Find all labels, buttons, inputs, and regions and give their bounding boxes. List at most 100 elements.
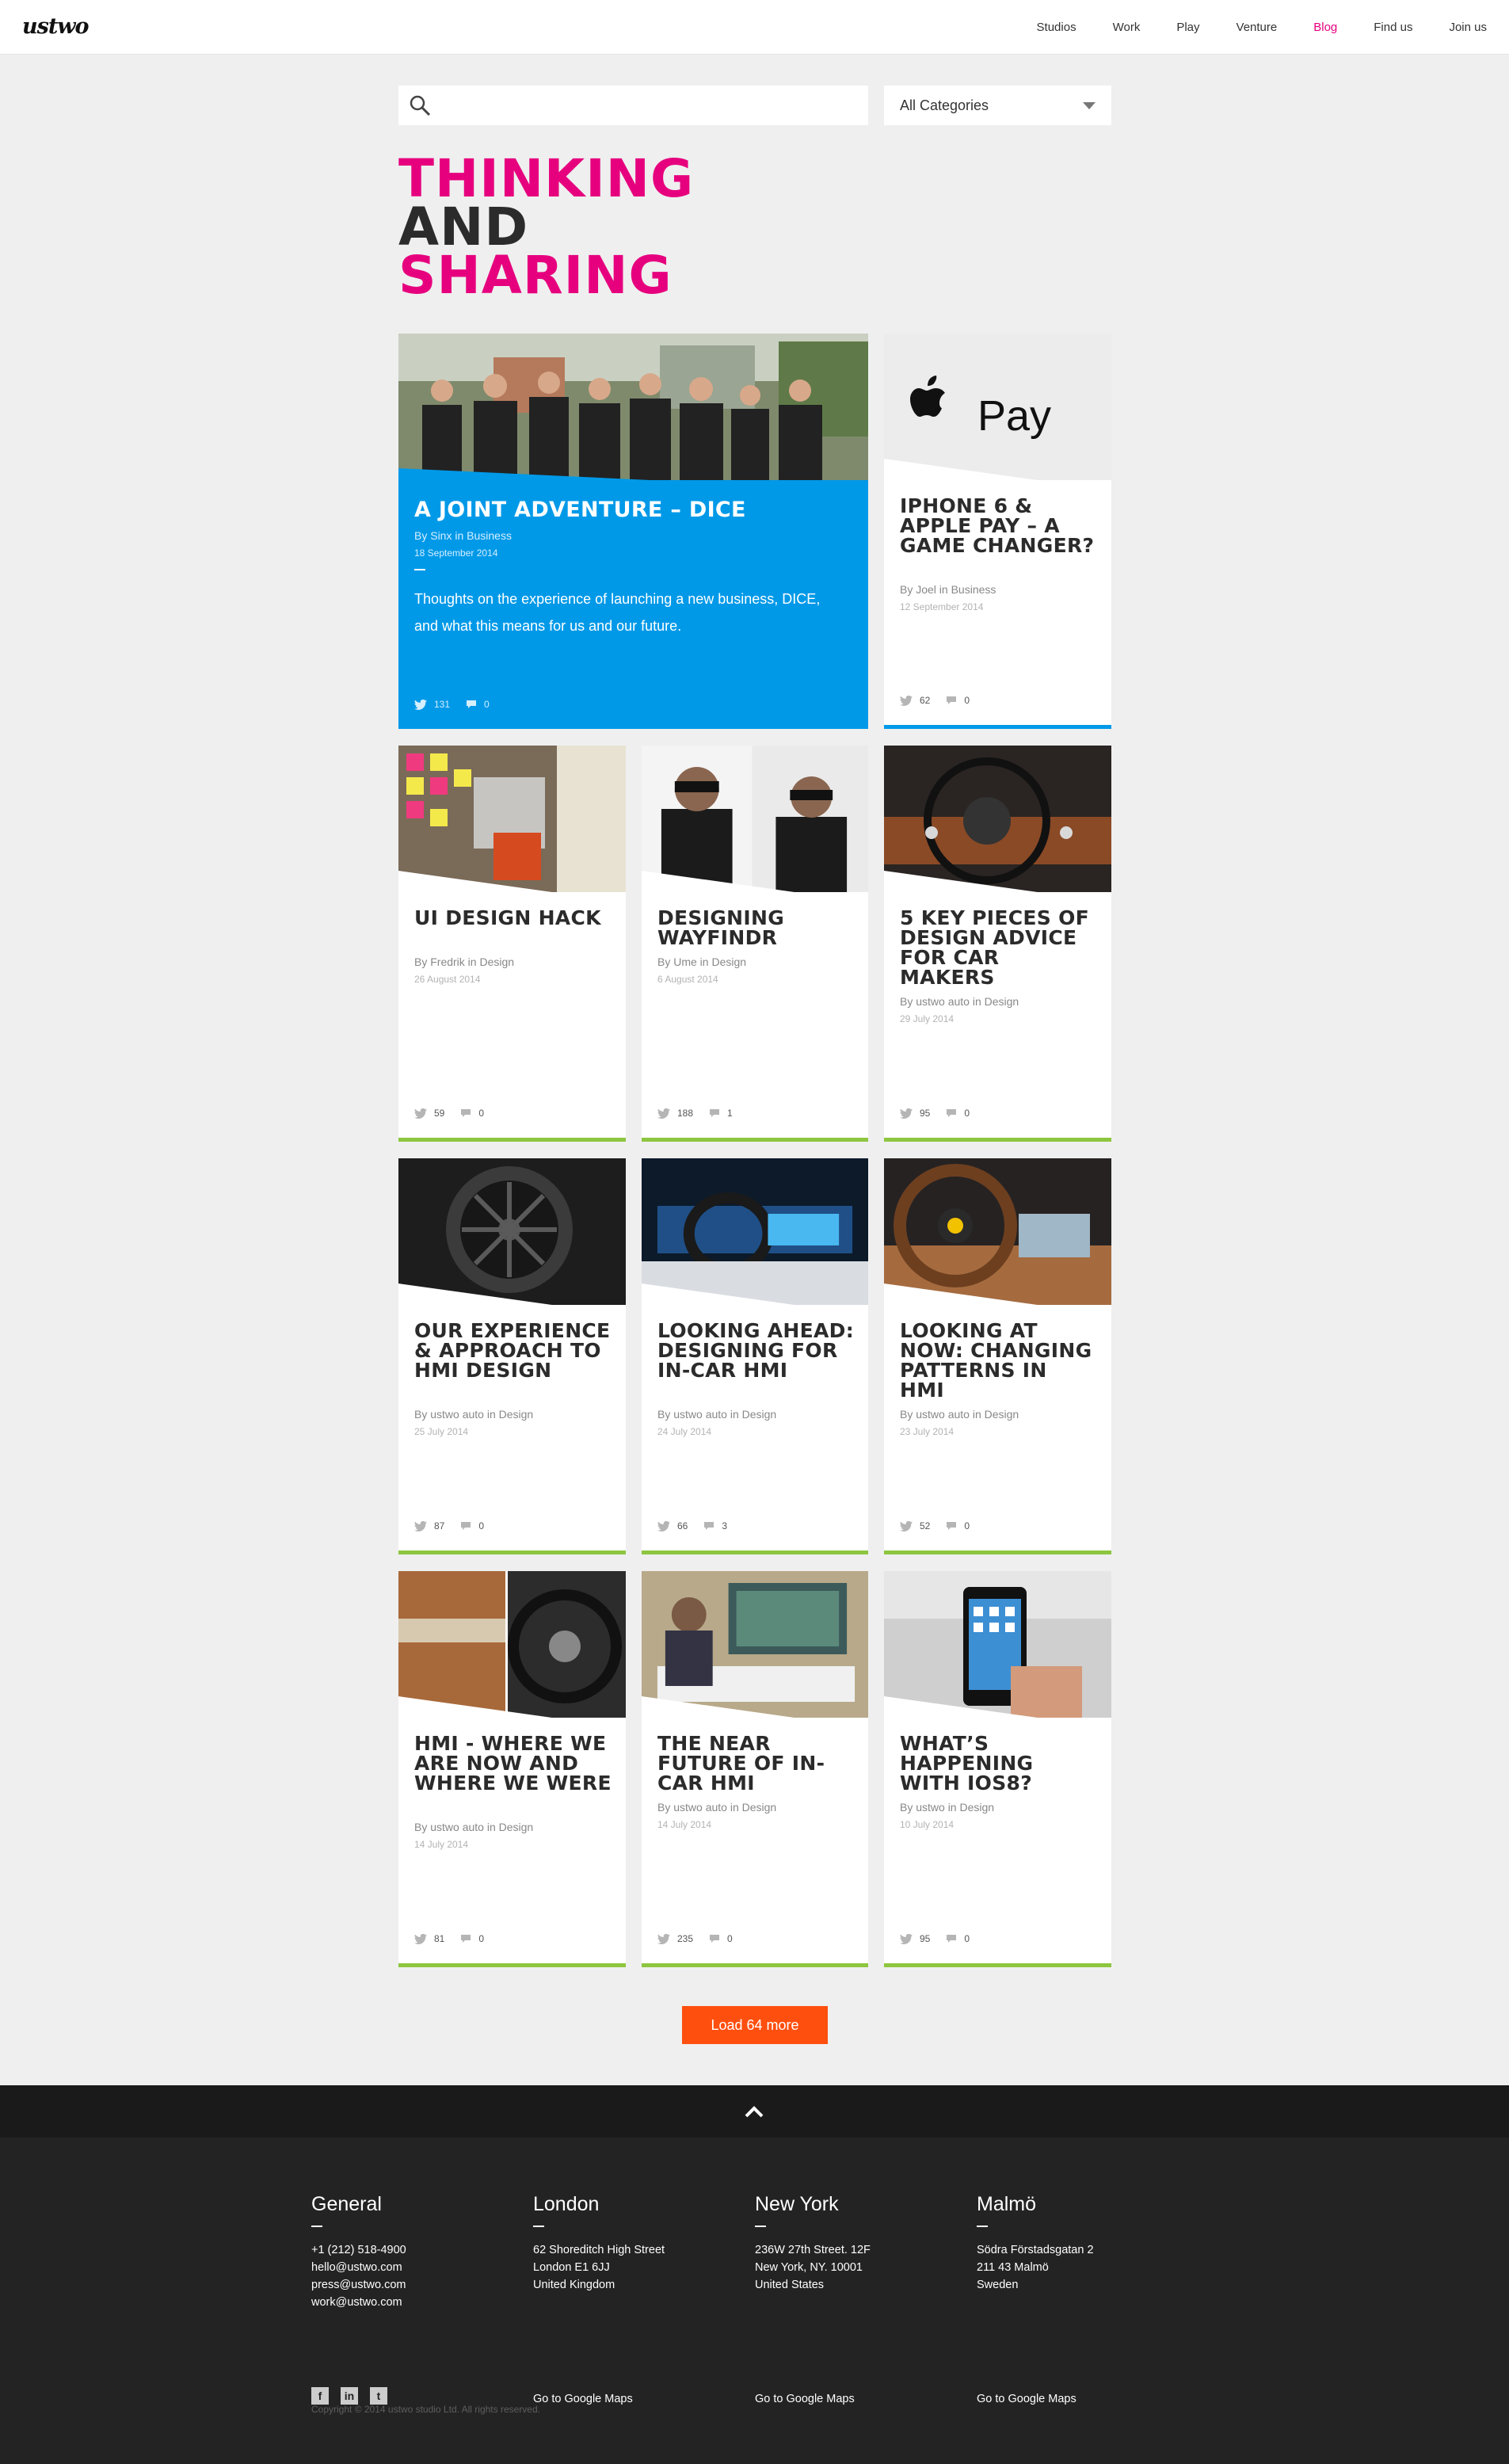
post-byline[interactable]: By Sinx in Business xyxy=(414,529,854,542)
nav-blog[interactable]: Blog xyxy=(1313,21,1337,34)
post-title[interactable]: IPHONE 6 & APPLE PAY – A GAME CHANGER? xyxy=(900,496,1097,555)
post-title[interactable]: HMI - WHERE WE ARE NOW AND WHERE WE WERE xyxy=(414,1734,612,1793)
footer-email-hello[interactable]: hello@ustwo.com xyxy=(311,2259,517,2276)
post-title[interactable]: LOOKING AT NOW: CHANGING PATTERNS IN HMI xyxy=(900,1321,1097,1400)
tweet-count: 52 xyxy=(920,1520,931,1531)
post-title[interactable]: UI DESIGN HACK xyxy=(414,908,612,928)
linkedin-icon[interactable]: in xyxy=(341,2387,358,2405)
twitter-icon xyxy=(657,1108,670,1119)
footer-malmo: Malmö Södra Förstadsgatan 2 211 43 Malmö… xyxy=(977,2193,1183,2405)
post-card[interactable]: DESIGNING WAYFINDR By Ume in Design 6 Au… xyxy=(642,746,868,1142)
post-byline[interactable]: By ustwo auto in Design xyxy=(414,1821,612,1833)
post-card[interactable]: THE NEAR FUTURE OF IN-CAR HMI By ustwo a… xyxy=(642,1571,868,1967)
google-maps-link[interactable]: Go to Google Maps xyxy=(755,2393,855,2405)
post-stats: 52 0 xyxy=(900,1520,985,1531)
post-byline[interactable]: By ustwo auto in Design xyxy=(414,1408,612,1421)
twitter-icon xyxy=(900,1933,913,1944)
footer-email-press[interactable]: press@ustwo.com xyxy=(311,2276,517,2294)
post-card[interactable]: LOOKING AT NOW: CHANGING PATTERNS IN HMI… xyxy=(884,1158,1111,1554)
ustwo-logo[interactable]: ustwo xyxy=(22,14,90,39)
page-title-line-3: SHARING xyxy=(398,245,673,306)
google-maps-link[interactable]: Go to Google Maps xyxy=(533,2393,633,2405)
post-stats: 95 0 xyxy=(900,1933,985,1944)
footer-phone[interactable]: +1 (212) 518-4900 xyxy=(311,2241,517,2259)
post-title[interactable]: THE NEAR FUTURE OF IN-CAR HMI xyxy=(657,1734,854,1793)
nav-play[interactable]: Play xyxy=(1176,21,1199,34)
post-card[interactable]: LOOKING AHEAD: DESIGNING FOR IN-CAR HMI … xyxy=(642,1158,868,1554)
post-date: 10 July 2014 xyxy=(900,1819,955,1830)
nav-studios[interactable]: Studios xyxy=(1037,21,1076,34)
comment-count: 0 xyxy=(727,1933,733,1944)
post-stats: 66 3 xyxy=(657,1520,743,1531)
post-title[interactable]: LOOKING AHEAD: DESIGNING FOR IN-CAR HMI xyxy=(657,1321,854,1380)
category-select[interactable]: All Categories xyxy=(884,86,1111,125)
comment-count: 0 xyxy=(964,1520,970,1531)
post-card[interactable]: OUR EXPERIENCE & APPROACH TO HMI DESIGN … xyxy=(398,1158,626,1554)
footer-email-work[interactable]: work@ustwo.com xyxy=(311,2294,517,2311)
google-maps-link[interactable]: Go to Google Maps xyxy=(977,2393,1076,2405)
post-byline[interactable]: By Fredrik in Design xyxy=(414,955,612,968)
post-date: 26 August 2014 xyxy=(414,974,481,985)
divider xyxy=(533,2226,544,2227)
comment-count: 1 xyxy=(727,1108,733,1119)
featured-post-card[interactable]: A JOINT ADVENTURE – DICE By Sinx in Busi… xyxy=(398,334,868,729)
post-title[interactable]: DESIGNING WAYFINDR xyxy=(657,908,854,948)
chevron-down-icon xyxy=(1083,102,1096,109)
address-line: United States xyxy=(755,2279,825,2291)
post-byline[interactable]: By ustwo auto in Design xyxy=(657,1801,854,1814)
nav-work[interactable]: Work xyxy=(1113,21,1141,34)
search-input[interactable] xyxy=(443,86,863,125)
comment-count: 0 xyxy=(478,1108,485,1119)
page-title-line-1: THINKING xyxy=(398,148,695,209)
post-title[interactable]: OUR EXPERIENCE & APPROACH TO HMI DESIGN xyxy=(414,1321,612,1380)
post-byline[interactable]: By ustwo auto in Design xyxy=(900,1408,1097,1421)
image-slant xyxy=(884,1283,1111,1315)
twitter-icon[interactable]: t xyxy=(370,2387,387,2405)
chevron-up-icon[interactable] xyxy=(742,2100,766,2123)
post-date: 6 August 2014 xyxy=(657,974,718,985)
post-card[interactable]: UI DESIGN HACK By Fredrik in Design 26 A… xyxy=(398,746,626,1142)
tweet-count: 62 xyxy=(920,695,931,706)
post-date: 14 July 2014 xyxy=(657,1819,712,1830)
post-card[interactable]: 5 KEY PIECES OF DESIGN ADVICE FOR CAR MA… xyxy=(884,746,1111,1142)
nav-venture[interactable]: Venture xyxy=(1237,21,1278,34)
image-slant xyxy=(398,871,626,902)
tweet-count: 59 xyxy=(434,1108,445,1119)
back-to-top-bar[interactable] xyxy=(0,2085,1509,2138)
copyright-text: Copyright © 2014 ustwo studio Ltd. All r… xyxy=(311,2404,540,2415)
image-slant xyxy=(642,1696,868,1728)
post-card[interactable]: Pay IPHONE 6 & APPLE PAY – A GAME CHANGE… xyxy=(884,334,1111,729)
search-box xyxy=(398,86,868,125)
tweet-count: 188 xyxy=(677,1108,694,1119)
post-byline[interactable]: By ustwo auto in Design xyxy=(657,1408,854,1421)
post-stats: 62 0 xyxy=(900,695,985,706)
post-byline[interactable]: By ustwo auto in Design xyxy=(900,995,1097,1008)
post-title[interactable]: WHAT’S HAPPENING WITH IOS8? xyxy=(900,1734,1097,1793)
post-byline[interactable]: By Joel in Business xyxy=(900,583,1097,596)
post-byline[interactable]: By ustwo in Design xyxy=(900,1801,1097,1814)
post-stats: 235 0 xyxy=(657,1933,749,1944)
twitter-icon xyxy=(900,695,913,706)
nav-join-us[interactable]: Join us xyxy=(1449,21,1487,34)
load-more-button[interactable]: Load 64 more xyxy=(682,2006,828,2044)
top-navigation-bar: ustwo Studios Work Play Venture Blog Fin… xyxy=(0,0,1509,55)
post-byline[interactable]: By Ume in Design xyxy=(657,955,854,968)
post-title[interactable]: 5 KEY PIECES OF DESIGN ADVICE FOR CAR MA… xyxy=(900,908,1097,987)
comment-count: 0 xyxy=(964,695,970,706)
image-slant xyxy=(884,871,1111,902)
comment-icon xyxy=(461,1935,471,1943)
tweet-count: 66 xyxy=(677,1520,688,1531)
post-card[interactable]: WHAT’S HAPPENING WITH IOS8? By ustwo in … xyxy=(884,1571,1111,1967)
main-nav: Studios Work Play Venture Blog Find us J… xyxy=(1000,0,1487,55)
apple-pay-logo-text: Pay xyxy=(977,392,1051,440)
address-line: New York, NY. 10001 xyxy=(755,2261,863,2274)
comment-icon xyxy=(947,1109,957,1117)
footer-new-york: New York 236W 27th Street. 12F New York,… xyxy=(755,2193,961,2405)
facebook-icon[interactable]: f xyxy=(311,2387,329,2405)
image-slant xyxy=(398,1283,626,1315)
search-icon[interactable] xyxy=(408,93,432,117)
post-card[interactable]: HMI - WHERE WE ARE NOW AND WHERE WE WERE… xyxy=(398,1571,626,1967)
post-title[interactable]: A JOINT ADVENTURE – DICE xyxy=(414,499,854,521)
comment-count: 3 xyxy=(722,1520,728,1531)
nav-find-us[interactable]: Find us xyxy=(1374,21,1412,34)
